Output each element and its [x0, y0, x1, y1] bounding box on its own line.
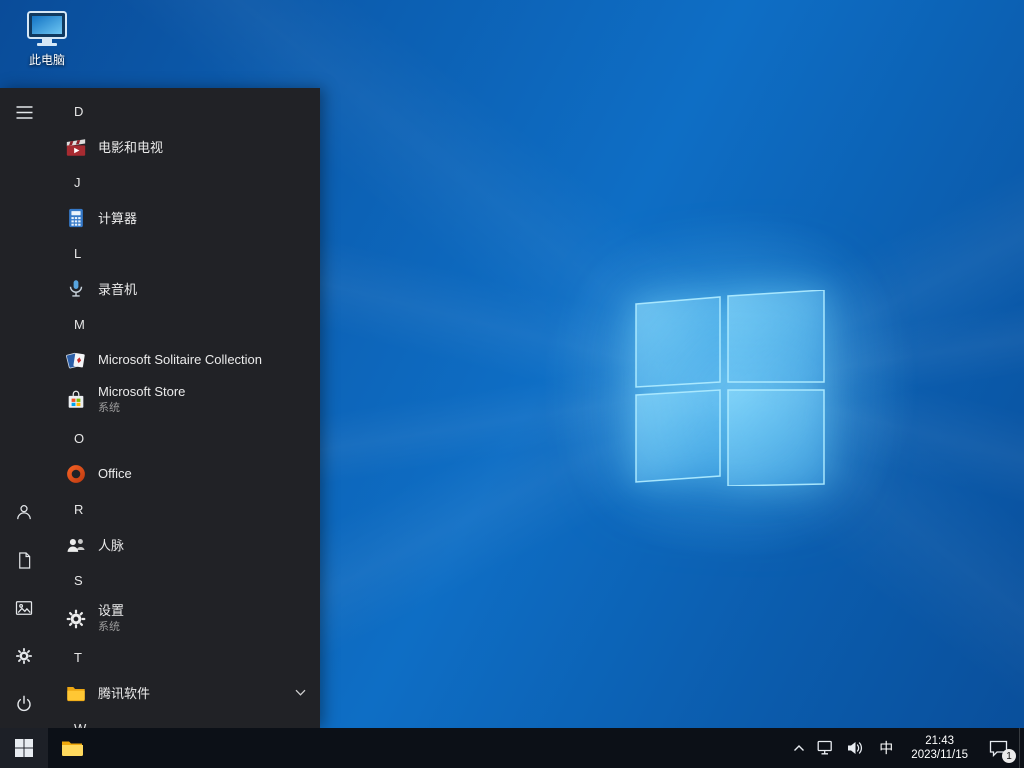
section-letter-label: D: [74, 103, 84, 119]
section-letter-w[interactable]: W: [48, 711, 320, 729]
section-letter-label: O: [74, 430, 85, 446]
start-button[interactable]: [0, 728, 48, 768]
start-menu: D 电影和电视 J 计算器 L 录音机 M Microsoft Solitair…: [0, 88, 320, 728]
app-calculator[interactable]: 计算器: [48, 199, 320, 236]
app-label: Office: [98, 466, 132, 481]
app-folder-tencent[interactable]: 腾讯软件: [48, 674, 320, 711]
documents-icon: [18, 551, 30, 569]
app-label: 腾讯软件: [98, 686, 151, 701]
chevron-down-icon: [295, 689, 306, 696]
menu-icon: [16, 105, 32, 119]
section-letter-l[interactable]: L: [48, 236, 320, 270]
app-label: 电影和电视: [98, 140, 164, 155]
rail-bottom-group: [0, 488, 48, 728]
tray-overflow-button[interactable]: [787, 728, 811, 768]
settings-icon: [16, 648, 32, 664]
file-explorer-icon: [62, 741, 83, 756]
section-letter-o[interactable]: O: [48, 421, 320, 455]
show-desktop-button[interactable]: [1019, 728, 1024, 768]
volume-button[interactable]: [840, 728, 870, 768]
desktop-icon-label: 此电脑: [28, 53, 65, 67]
chevron-up-icon: [794, 745, 805, 751]
folder-icon: [64, 681, 88, 705]
taskbar-clock[interactable]: 21:43 2023/11/15: [902, 728, 977, 768]
section-letter-m[interactable]: M: [48, 307, 320, 341]
app-settings[interactable]: 设置 系统: [48, 597, 320, 640]
user-account-icon: [17, 505, 31, 520]
app-label: 设置: [98, 602, 125, 618]
voice-recorder-icon: [64, 277, 88, 301]
settings-button[interactable]: [0, 632, 48, 680]
office-icon: [64, 462, 88, 486]
section-letter-label: W: [74, 720, 87, 729]
app-movies-tv[interactable]: 电影和电视: [48, 128, 320, 165]
microsoft-store-icon: [64, 388, 88, 412]
taskbar: 中 21:43 2023/11/15 1: [0, 728, 1024, 768]
this-pc-icon: [27, 11, 67, 46]
desktop-icon-this-pc[interactable]: 此电脑: [8, 6, 86, 72]
section-letter-s[interactable]: S: [48, 563, 320, 597]
power-icon: [17, 695, 31, 712]
app-microsoft-store[interactable]: Microsoft Store 系统: [48, 378, 320, 421]
app-label: 计算器: [98, 211, 138, 226]
power-button[interactable]: [0, 680, 48, 728]
section-letter-label: S: [74, 572, 83, 588]
section-letter-r[interactable]: R: [48, 492, 320, 526]
section-letter-t[interactable]: T: [48, 640, 320, 674]
section-letter-label: J: [74, 174, 81, 190]
section-letter-label: L: [74, 245, 82, 261]
clock-date: 2023/11/15: [911, 749, 968, 761]
system-tray: 中 21:43 2023/11/15 1: [787, 728, 1024, 768]
section-letter-j[interactable]: J: [48, 165, 320, 199]
action-center-button[interactable]: 1: [977, 728, 1019, 768]
ime-indicator[interactable]: 中: [870, 728, 902, 768]
app-subtitle: 系统: [98, 620, 120, 633]
app-voice-recorder[interactable]: 录音机: [48, 270, 320, 307]
file-explorer-button[interactable]: [48, 728, 96, 768]
section-letter-label: T: [74, 649, 82, 665]
movies-tv-icon: [64, 135, 88, 159]
app-solitaire[interactable]: Microsoft Solitaire Collection: [48, 341, 320, 378]
app-people[interactable]: 人脉: [48, 526, 320, 563]
network-button[interactable]: [811, 728, 840, 768]
start-menu-rail: [0, 88, 48, 728]
start-app-list[interactable]: D 电影和电视 J 计算器 L 录音机 M Microsoft Solitair…: [48, 88, 320, 728]
app-subtitle: 系统: [98, 401, 120, 414]
section-letter-label: R: [74, 501, 84, 517]
clock-time: 21:43: [925, 735, 955, 747]
app-label: 人脉: [98, 538, 125, 553]
app-label: Microsoft Store: [98, 383, 186, 399]
notification-badge: 1: [1002, 749, 1016, 763]
pictures-icon: [15, 601, 33, 615]
windows-start-icon: [15, 739, 33, 757]
people-icon: [64, 533, 88, 557]
app-texts: 设置 系统: [98, 603, 124, 634]
app-label: 录音机: [98, 282, 138, 297]
volume-icon: [848, 742, 863, 754]
gear-icon: [64, 607, 88, 631]
windows-logo-wallpaper: [635, 290, 825, 486]
calculator-icon: [64, 206, 88, 230]
solitaire-icon: [64, 348, 88, 372]
user-account-button[interactable]: [0, 488, 48, 536]
app-texts: Microsoft Store 系统: [98, 384, 185, 415]
section-letter-label: M: [74, 316, 85, 332]
section-letter-d[interactable]: D: [48, 94, 320, 128]
app-label: Microsoft Solitaire Collection: [98, 352, 263, 367]
documents-button[interactable]: [0, 536, 48, 584]
app-office[interactable]: Office: [48, 455, 320, 492]
pictures-button[interactable]: [0, 584, 48, 632]
expand-menu-button[interactable]: [0, 88, 48, 136]
network-icon: [817, 740, 833, 755]
